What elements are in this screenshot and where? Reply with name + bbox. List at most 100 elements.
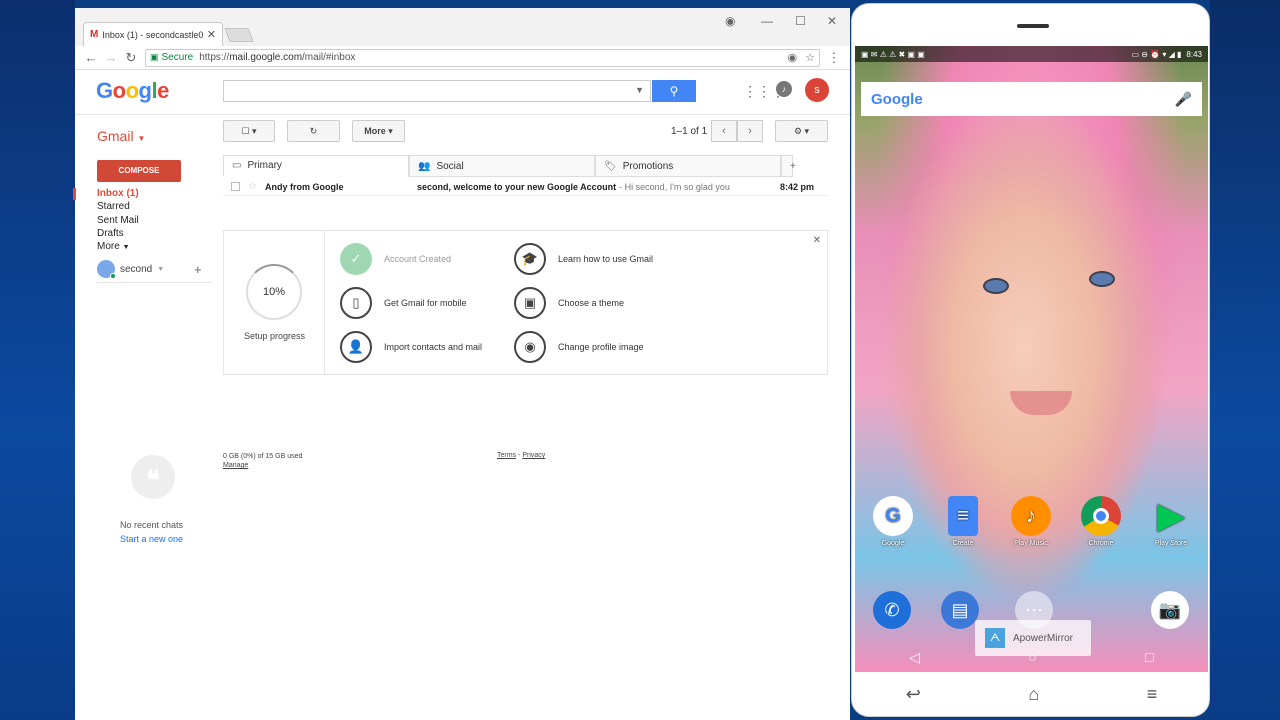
account-avatar[interactable]: s: [805, 78, 829, 102]
tab-primary[interactable]: ▭ Primary: [223, 155, 409, 177]
app-play-store-label: Play Store: [1154, 540, 1188, 547]
phone-status-bar: ▣ ✉ ⚠ ⚠ ✖ ▣ ▣ ▭ ⊖ ⏰ ▾ ◢ ▮ 8:43: [855, 46, 1208, 62]
nav-starred[interactable]: Starred: [97, 200, 139, 213]
browser-window: M Inbox (1) - secondcastle0 ✕ ◉ — ☐ ✕ ← …: [73, 8, 850, 720]
nav-inbox[interactable]: Inbox (1): [97, 187, 139, 200]
app-google[interactable]: G Google: [863, 496, 923, 547]
tab-social-label: Social: [436, 160, 464, 172]
close-icon[interactable]: ✕: [813, 235, 821, 246]
graduation-cap-icon: 🎓: [514, 243, 546, 275]
back-triangle-icon[interactable]: ◁: [909, 649, 920, 666]
select-checkbox-button[interactable]: ☐ ▾: [223, 120, 275, 142]
task-gmail-mobile[interactable]: ▯ Get Gmail for mobile: [340, 287, 467, 319]
secure-indicator[interactable]: ▣ Secure: [150, 52, 193, 63]
hamburger-menu-icon[interactable]: ≡: [1147, 684, 1158, 705]
tab-promotions[interactable]: 🏷 Promotions: [595, 155, 781, 177]
nav-drafts[interactable]: Drafts: [97, 227, 139, 240]
app-create-label: Create: [952, 540, 974, 547]
profile-icon[interactable]: ◉: [725, 14, 735, 28]
tab-close-icon[interactable]: ✕: [207, 28, 216, 41]
close-window-icon[interactable]: ✕: [827, 14, 837, 28]
header-divider: [75, 114, 850, 115]
back-icon[interactable]: ←: [81, 50, 101, 65]
hangouts-user[interactable]: second ▼: [97, 260, 165, 279]
footer-separator: -: [518, 452, 521, 459]
settings-button[interactable]: ⚙ ▾: [775, 120, 828, 142]
message-checkbox[interactable]: [231, 182, 240, 191]
newer-button[interactable]: ‹: [711, 120, 737, 142]
gmail-app: Google ▼ ⚲ ⋮⋮⋮ ♪ s Gmail ▼ ☐ ▾ ↻ More ▾ …: [73, 70, 850, 720]
no-chats-text: No recent chats: [120, 520, 184, 530]
more-button[interactable]: More ▾: [352, 120, 405, 142]
phone-frame: ▣ ✉ ⚠ ⚠ ✖ ▣ ▣ ▭ ⊖ ⏰ ▾ ◢ ▮ 8:43 Google 🎤 …: [851, 3, 1210, 717]
gmail-favicon-icon: M: [90, 29, 99, 40]
app-chrome[interactable]: Chrome: [1071, 496, 1131, 547]
nav-more[interactable]: More ▼: [97, 240, 139, 254]
task-label: Change profile image: [558, 342, 644, 352]
app-play-store[interactable]: ▶ Play Store: [1141, 496, 1201, 547]
older-button[interactable]: ›: [737, 120, 763, 142]
status-icons: ▭ ⊖ ⏰ ▾ ◢ ▮: [1131, 49, 1182, 59]
tab-social[interactable]: 👥 Social: [409, 155, 595, 177]
microphone-icon[interactable]: 🎤: [1175, 91, 1192, 108]
add-tab-icon[interactable]: +: [781, 155, 796, 177]
refresh-icon: ↻: [309, 126, 318, 136]
table-row[interactable]: ☆ Andy from Google second, welcome to yo…: [223, 178, 828, 196]
phone-dialer-icon[interactable]: ✆: [873, 591, 911, 629]
maximize-icon[interactable]: ☐: [795, 14, 806, 28]
search-options-icon[interactable]: ▼: [635, 85, 644, 95]
refresh-button[interactable]: ↻: [287, 120, 340, 142]
home-icon[interactable]: ⌂: [1028, 684, 1039, 705]
task-learn-gmail[interactable]: 🎓 Learn how to use Gmail: [514, 243, 653, 275]
home-circle-icon[interactable]: ○: [1028, 649, 1036, 665]
app-google-label: Google: [881, 540, 905, 547]
notifications-icon[interactable]: ♪: [776, 81, 792, 97]
reload-icon[interactable]: ↻: [121, 50, 141, 66]
menu-icon[interactable]: ⋮: [824, 50, 844, 66]
chevron-down-icon: ▼: [122, 244, 130, 252]
manage-storage-link[interactable]: Manage: [223, 461, 302, 470]
new-chat-plus-icon[interactable]: +: [194, 262, 202, 277]
online-status-icon: [110, 273, 116, 279]
pager-text: 1–1 of 1: [671, 126, 708, 137]
messages-icon[interactable]: ▤: [941, 591, 979, 629]
phone-google-search-bar[interactable]: Google 🎤: [861, 82, 1202, 116]
app-play-music-label: Play Music: [1014, 540, 1048, 547]
nav-sent[interactable]: Sent Mail: [97, 214, 139, 227]
back-arrow-icon[interactable]: ↩: [906, 684, 921, 705]
active-nav-indicator: [73, 188, 76, 200]
camera-icon[interactable]: 📷: [1151, 591, 1189, 629]
chrome-icon: [1081, 496, 1121, 536]
forward-icon[interactable]: →: [101, 50, 121, 65]
chevron-down-icon: ▼: [157, 265, 165, 273]
star-icon[interactable]: ☆: [248, 181, 257, 192]
more-button-label: More: [364, 126, 386, 136]
start-chat-link[interactable]: Start a new one: [120, 534, 183, 544]
task-profile-image[interactable]: ◉ Change profile image: [514, 331, 644, 363]
compose-button[interactable]: COMPOSE: [97, 160, 181, 182]
task-label: Import contacts and mail: [384, 342, 483, 352]
minimize-icon[interactable]: —: [761, 14, 773, 28]
terms-link[interactable]: Terms: [497, 452, 516, 459]
tab-primary-label: Primary: [247, 160, 282, 171]
browser-tab-inbox[interactable]: M Inbox (1) - secondcastle0 ✕: [83, 22, 223, 46]
url-input[interactable]: ▣ Secure https://mail.google.com/mail/#in…: [145, 48, 820, 67]
bookmark-star-icon[interactable]: ☆: [805, 51, 815, 64]
gmail-menu[interactable]: Gmail ▼: [97, 128, 145, 144]
wallpaper-eye-left: [983, 278, 1009, 294]
docs-icon: ≡: [948, 496, 978, 536]
app-play-music[interactable]: ♪ Play Music: [1001, 496, 1061, 547]
task-import-contacts[interactable]: 👤 Import contacts and mail: [340, 331, 482, 363]
gmail-label: Gmail: [97, 128, 134, 144]
secure-label: Secure: [161, 52, 194, 63]
new-tab-button[interactable]: [224, 28, 254, 42]
eye-icon[interactable]: ◉: [788, 51, 798, 64]
app-create[interactable]: ≡ Create: [933, 496, 993, 547]
privacy-link[interactable]: Privacy: [522, 452, 545, 459]
search-input[interactable]: ▼: [223, 80, 651, 102]
google-logo[interactable]: Google: [96, 78, 169, 104]
task-choose-theme[interactable]: ▣ Choose a theme: [514, 287, 624, 319]
user-name: second: [120, 263, 153, 275]
recents-square-icon[interactable]: □: [1145, 649, 1153, 665]
search-button[interactable]: ⚲: [652, 80, 696, 102]
